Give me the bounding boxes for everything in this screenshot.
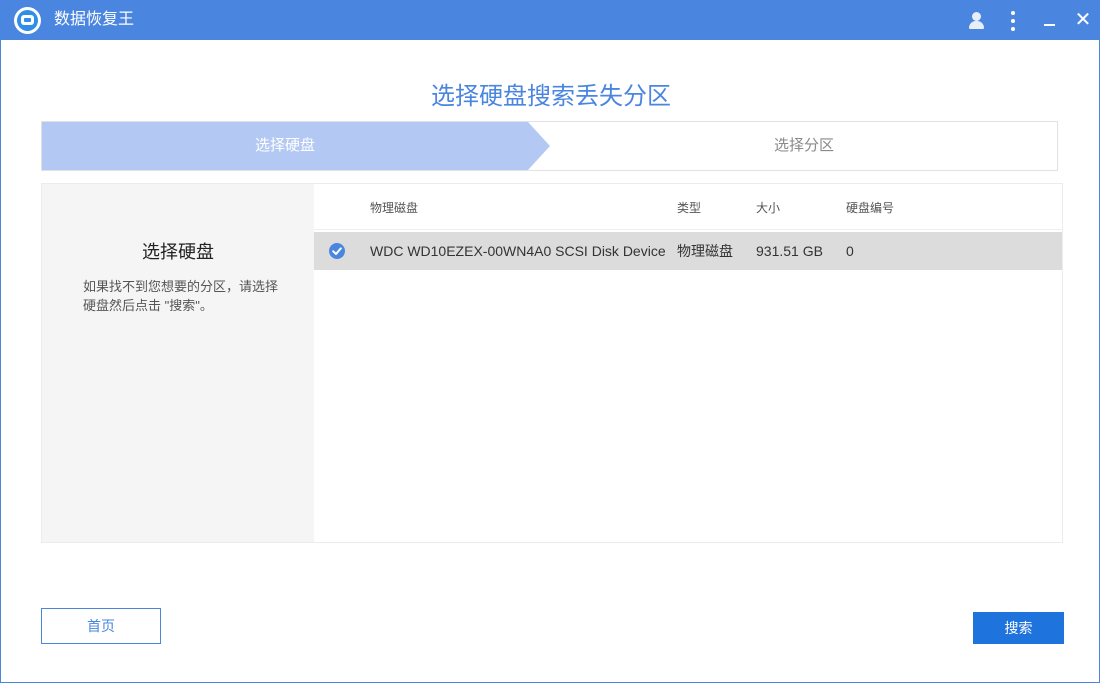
column-header-disk-number: 硬盘编号 — [846, 201, 895, 215]
app-logo-icon — [14, 7, 41, 34]
info-description: 如果找不到您想要的分区，请选择硬盘然后点击 "搜索"。 — [83, 279, 279, 313]
home-button[interactable]: 首页 — [41, 608, 161, 644]
user-icon[interactable] — [962, 1, 994, 40]
title-bar: 数据恢复王 ✕ — [1, 1, 1099, 40]
disk-table: 物理磁盘 类型 大小 硬盘编号 WDC WD10EZEX-00WN4A0 SCS… — [314, 184, 1062, 542]
page-title: 选择硬盘搜索丢失分区 — [431, 83, 671, 110]
step-arrow — [528, 122, 550, 170]
column-header-size: 大小 — [756, 201, 781, 215]
minimize-icon[interactable] — [1033, 1, 1065, 40]
step-select-disk: 选择硬盘 — [42, 122, 528, 170]
step-select-partition: 选择分区 — [773, 137, 834, 154]
disk-size: 931.51 GB — [756, 243, 823, 259]
disk-name: WDC WD10EZEX-00WN4A0 SCSI Disk Device — [370, 243, 666, 259]
close-icon[interactable]: ✕ — [1067, 1, 1099, 40]
info-pane: 选择硬盘 如果找不到您想要的分区，请选择硬盘然后点击 "搜索"。 — [42, 184, 314, 542]
search-button[interactable]: 搜索 — [973, 612, 1064, 644]
check-circle-icon[interactable] — [329, 243, 345, 259]
disk-number: 0 — [846, 243, 854, 259]
disk-type: 物理磁盘 — [677, 243, 733, 259]
app-window: 数据恢复王 ✕ 选择硬盘搜索丢失分区 选择硬盘 选择分区 选择硬盘 如果找不到您… — [0, 0, 1100, 683]
more-vertical-icon[interactable] — [997, 1, 1029, 40]
table-row[interactable]: WDC WD10EZEX-00WN4A0 SCSI Disk Device 物理… — [314, 232, 1062, 270]
app-title: 数据恢复王 — [54, 11, 135, 28]
info-title: 选择硬盘 — [142, 242, 214, 262]
table-header: 物理磁盘 类型 大小 硬盘编号 — [314, 184, 1062, 230]
column-header-disk: 物理磁盘 — [370, 201, 419, 215]
column-header-type: 类型 — [677, 201, 702, 215]
step-indicator: 选择硬盘 选择分区 — [41, 121, 1058, 171]
disk-selection-panel: 选择硬盘 如果找不到您想要的分区，请选择硬盘然后点击 "搜索"。 物理磁盘 类型… — [41, 183, 1063, 543]
